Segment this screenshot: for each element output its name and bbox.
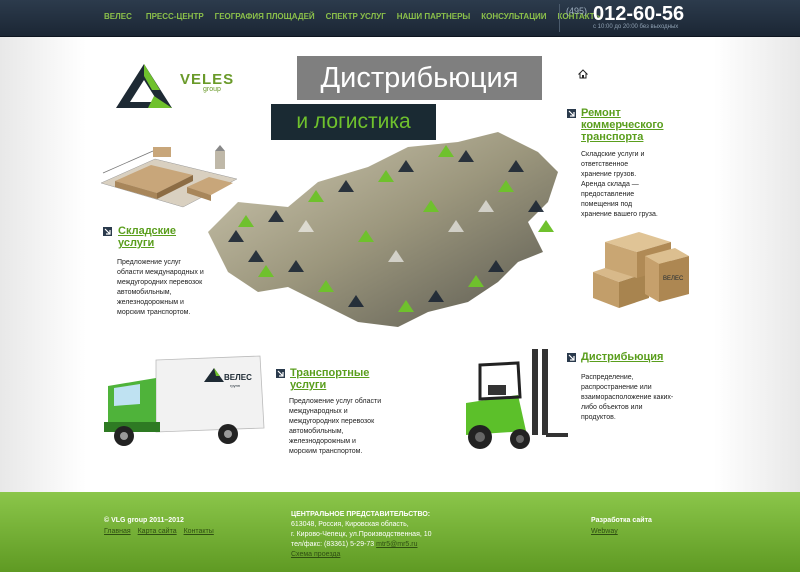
right-shade	[714, 37, 800, 492]
distribution-description: Распределение, распространение или взаим…	[581, 373, 673, 423]
main-nav: ВЕЛЕС ПРЕСС-ЦЕНТР ГЕОГРАФИЯ ПЛОЩАДЕЙ СПЕ…	[104, 12, 613, 21]
transport-desc-line: междугородних перевозок	[289, 418, 375, 425]
nav-item-services[interactable]: СПЕКТР УСЛУГ	[326, 12, 386, 21]
phone-number: 012-60-56	[593, 3, 685, 25]
transport-desc-line: морским транспортом.	[289, 448, 363, 455]
transport-title-line2: услуги	[290, 379, 327, 391]
arrow-down-right-icon	[276, 369, 285, 378]
transport-description: Предложение услуг области международных …	[289, 397, 381, 457]
distribution-desc-line: взаиморасположение каких-	[581, 394, 674, 401]
distribution-title-line1: Дистрибьюция	[581, 351, 664, 363]
repair-desc-line: помещения под	[581, 201, 633, 208]
transport-services-title[interactable]: Транспортные услуги	[290, 367, 369, 391]
storage-title-line2: услуги	[118, 237, 155, 249]
cardboard-boxes-illustration: ВЕЛЕС	[593, 232, 689, 308]
transport-title-line1: Транспортные	[290, 367, 370, 379]
storage-title-line1: Складские	[118, 225, 177, 237]
nav-divider	[559, 4, 560, 32]
arrow-down-right-icon	[567, 353, 576, 362]
arrow-down-right-icon	[567, 109, 576, 118]
box-label: ВЕЛЕС	[663, 276, 684, 282]
truck-label-sub: групп	[230, 383, 240, 388]
repair-desc-line: хранение грузов.	[581, 171, 637, 178]
office-address-line1: 613048, Россия, Кировская область,	[291, 521, 409, 528]
repair-desc-line: хранение вашего груза.	[581, 211, 658, 218]
nav-item-consultations[interactable]: КОНСУЛЬТАЦИИ	[481, 12, 546, 21]
storage-desc-line: междугородних перевозок	[117, 279, 203, 286]
work-hours: с 10:00 до 20:00 без выходных	[593, 24, 679, 30]
nav-item-geography[interactable]: ГЕОГРАФИЯ ПЛОЩАДЕЙ	[215, 12, 315, 21]
delivery-truck-illustration: ВЕЛЕС групп	[104, 355, 265, 446]
nav-item-press[interactable]: ПРЕСС-ЦЕНТР	[146, 12, 204, 21]
top-bar: ВЕЛЕС ПРЕСС-ЦЕНТР ГЕОГРАФИЯ ПЛОЩАДЕЙ СПЕ…	[0, 0, 800, 37]
logo-icon	[116, 64, 172, 108]
office-address-line2: г. Кирово-Чепецк, ул.Производственная, 1…	[291, 531, 432, 538]
nav-item-partners[interactable]: НАШИ ПАРТНЕРЫ	[397, 12, 471, 21]
distribution-desc-line: либо объектов или	[581, 404, 643, 411]
forklift-illustration	[466, 349, 568, 449]
repair-description: Складские услуги и ответственное хранени…	[581, 150, 658, 220]
storage-services-title[interactable]: Складские услуги	[118, 225, 176, 249]
office-info: ЦЕНТРАЛЬНОЕ ПРЕДСТАВИТЕЛЬСТВО: 613048, Р…	[291, 510, 432, 560]
office-email-link[interactable]: mtr5@mr5.ru	[376, 541, 417, 548]
distribution-title[interactable]: Дистрибьюция	[581, 351, 663, 363]
arrow-down-right-icon	[103, 227, 112, 236]
distribution-desc-line: распространение или	[581, 384, 652, 391]
repair-title-line1: Ремонт	[581, 107, 621, 119]
storage-desc-line: области международных и	[117, 269, 204, 276]
footer-link-home[interactable]: Главная	[104, 528, 131, 535]
developer-link[interactable]: Webway	[591, 528, 618, 535]
storage-description: Предложение услуг области международных …	[117, 258, 204, 318]
nav-item-veles[interactable]: ВЕЛЕС	[104, 12, 132, 21]
home-icon[interactable]	[577, 66, 589, 84]
logo-sub: group	[203, 86, 221, 93]
office-title: ЦЕНТРАЛЬНОЕ ПРЕДСТАВИТЕЛЬСТВО:	[291, 511, 431, 518]
banner-title: Дистрибьюция	[297, 56, 542, 100]
russia-map-mosaic	[208, 132, 558, 327]
developer-title: Разработка сайта	[591, 517, 652, 524]
repair-title-line2: коммерческого	[581, 119, 664, 131]
distribution-desc-line: продуктов.	[581, 414, 616, 421]
repair-desc-line: ответственное	[581, 161, 629, 168]
storage-desc-line: автомобильным,	[117, 289, 172, 296]
repair-desc-line: Складские услуги и	[581, 151, 645, 158]
map-link[interactable]: Схема проезда	[291, 551, 340, 558]
repair-desc-line: Аренда склада —	[581, 181, 639, 188]
repair-desc-line: предоставление	[581, 191, 635, 198]
repair-title[interactable]: Ремонт коммерческого транспорта	[581, 107, 663, 143]
footer-links: Главная Карта сайта Контакты	[104, 528, 219, 535]
storage-desc-line: морским транспортом.	[117, 309, 191, 316]
repair-title-line3: транспорта	[581, 131, 644, 143]
copyright: © VLG group 2011–2012	[104, 517, 184, 524]
transport-desc-line: железнодорожным и	[289, 438, 356, 445]
transport-desc-line: Предложение услуг области	[289, 398, 382, 405]
distribution-desc-line: Распределение,	[581, 374, 634, 381]
transport-desc-line: международных и	[289, 408, 348, 415]
left-shade	[0, 37, 86, 492]
storage-desc-line: железнодорожным и	[117, 299, 184, 306]
footer-link-sitemap[interactable]: Карта сайта	[138, 528, 177, 535]
office-phone: тел/факс: (83361) 5-29-73	[291, 541, 375, 548]
truck-label: ВЕЛЕС	[224, 373, 252, 382]
footer-link-contacts[interactable]: Контакты	[184, 528, 214, 535]
transport-desc-line: автомобильным,	[289, 428, 344, 435]
phone-code: (495)	[566, 6, 588, 16]
storage-desc-line: Предложение услуг	[117, 259, 181, 266]
